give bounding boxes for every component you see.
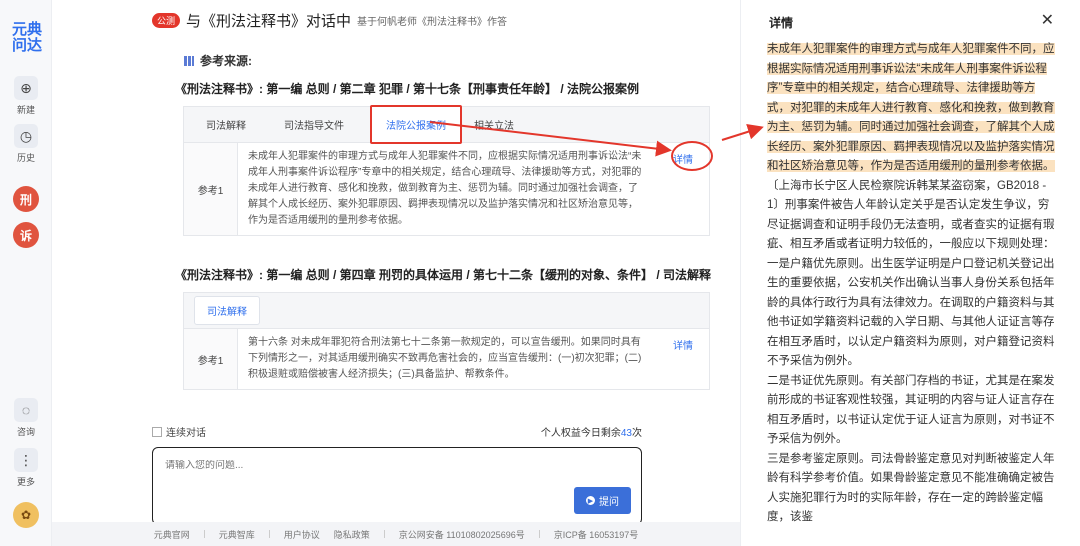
chat-input-area: 连续对话 个人权益今日剩余43次 ▶ 提问 xyxy=(152,424,642,525)
reference-card: 司法解释 司法指导文件 法院公报案例 相关立法 参考1 未成年人犯罪案件的审理方… xyxy=(183,105,710,236)
public-beta-tag: 公测 xyxy=(152,13,181,28)
references-heading: 参考来源: xyxy=(184,52,252,69)
quota-suffix: 次 xyxy=(632,428,642,439)
history-icon: ◷ xyxy=(14,124,38,148)
close-icon[interactable]: ✕ xyxy=(1041,10,1054,30)
divider xyxy=(538,530,540,538)
consult-button[interactable]: ◌ 咨询 xyxy=(9,398,43,438)
left-rail: 元典 问达 ⊕ 新建 ◷ 历史 刑 诉 ◌ 咨询 ⋮ 更多 ✿ xyxy=(0,0,52,546)
new-chat-button[interactable]: ⊕ 新建 xyxy=(9,76,43,116)
quota-prefix: 个人权益今日剩余 xyxy=(540,428,621,439)
footer-link[interactable]: 隐私政策 xyxy=(334,528,370,541)
tab-judicial-interpretation[interactable]: 司法解释 xyxy=(194,111,258,138)
detail-panel-title: 详情 xyxy=(769,16,794,30)
reference-row-label: 参考1 xyxy=(184,143,238,235)
divider xyxy=(203,530,205,538)
annotation-circle xyxy=(671,141,713,171)
breadcrumb: 《刑法注释书》: 第一编 总则 / 第二章 犯罪 / 第十七条【刑事责任年龄】 … xyxy=(175,82,640,96)
ask-button[interactable]: ▶ 提问 xyxy=(574,487,631,514)
reference-row-label: 参考1 xyxy=(184,329,238,389)
history-button[interactable]: ◷ 历史 xyxy=(9,124,43,164)
reference-tabs: 司法解释 司法指导文件 法院公报案例 相关立法 xyxy=(184,105,709,144)
footer: 元典官网 元典智库 用户协议 隐私政策 京公网安备 11010802025696… xyxy=(52,522,740,546)
consult-label: 咨询 xyxy=(16,427,35,437)
main-area: 公测 与《刑法注释书》对话中 基于何帆老师《刑法注释书》作答 参考来源: 《刑法… xyxy=(52,0,740,525)
history-label: 历史 xyxy=(16,153,35,163)
litigation-button[interactable]: 诉 xyxy=(9,222,43,248)
more-button[interactable]: ⋮ 更多 xyxy=(9,448,43,488)
more-label: 更多 xyxy=(16,477,35,487)
footer-link[interactable]: 用户协议 xyxy=(284,528,320,541)
consult-icon: ◌ xyxy=(14,398,38,422)
footer-icp[interactable]: 京ICP备 16053197号 xyxy=(554,528,639,541)
ask-label: 提问 xyxy=(599,497,619,508)
detail-paragraph: 二是书证优先原则。有关部门存档的书证，尤其是在案发前形成的书证客观性较强，其证明… xyxy=(767,374,1055,446)
reference-card: 司法解释 参考1 第十六条 对未成年罪犯符合刑法第七十二条第一款规定的，可以宣告… xyxy=(183,292,710,390)
chat-title: 与《刑法注释书》对话中 xyxy=(186,13,352,30)
continuous-chat-label: 连续对话 xyxy=(166,428,206,439)
question-input[interactable] xyxy=(165,460,585,471)
tab-judicial-interpretation[interactable]: 司法解释 xyxy=(194,296,260,325)
logo-line-1: 元典 xyxy=(11,21,42,38)
tab-related-legislation[interactable]: 相关立法 xyxy=(462,111,526,138)
quota-count: 43 xyxy=(620,428,632,439)
logo-line-2: 问达 xyxy=(11,37,42,54)
reference-row: 参考1 未成年人犯罪案件的审理方式与成年人犯罪案件不同，应根据实际情况适用刑事诉… xyxy=(184,143,709,235)
litigation-badge: 诉 xyxy=(13,222,39,248)
divider xyxy=(268,530,270,538)
footer-icp[interactable]: 京公网安备 11010802025696号 xyxy=(399,528,525,541)
detail-paragraph: 一是户籍优先原则。出生医学证明是户口登记机关登记出生的重要依据，公安机关作出确认… xyxy=(767,257,1055,368)
criminal-law-button[interactable]: 刑 xyxy=(9,186,43,212)
breadcrumb: 《刑法注释书》: 第一编 总则 / 第四章 刑罚的具体运用 / 第七十二条【缓刑… xyxy=(175,268,712,282)
footer-link[interactable]: 元典官网 xyxy=(154,528,190,541)
quota-status: 个人权益今日剩余43次 xyxy=(541,424,642,439)
tab-judicial-guidance[interactable]: 司法指导文件 xyxy=(272,111,356,138)
chat-header: 公测 与《刑法注释书》对话中 基于何帆老师《刑法注释书》作答 xyxy=(152,10,507,31)
divider xyxy=(383,530,385,538)
reference-row-text: 第十六条 对未成年罪犯符合刑法第七十二条第一款规定的，可以宣告缓刑。如果同时具有… xyxy=(248,337,642,380)
detail-paragraph: 〔上海市长宁区人民检察院诉韩某某盗窃案，GB2018 - 1〕刑事案件被告人年龄… xyxy=(767,179,1055,251)
app-logo[interactable]: 元典 问达 xyxy=(10,22,44,54)
mascot-button[interactable]: ✿ xyxy=(9,502,43,528)
book-icon xyxy=(184,55,194,66)
details-link[interactable]: 详情 xyxy=(657,329,709,389)
reference-tabs: 司法解释 xyxy=(184,293,709,329)
reference-row: 参考1 第十六条 对未成年罪犯符合刑法第七十二条第一款规定的，可以宣告缓刑。如果… xyxy=(184,329,709,389)
question-box: ▶ 提问 xyxy=(152,447,642,525)
reference-row-text: 未成年人犯罪案件的审理方式与成年人犯罪案件不同，应根据实际情况适用刑事诉讼法“未… xyxy=(248,151,642,226)
highlighted-passage: 未成年人犯罪案件的审理方式与成年人犯罪案件不同，应根据实际情况适用刑事诉讼法“未… xyxy=(767,43,1055,172)
continuous-chat-checkbox[interactable] xyxy=(152,426,162,437)
detail-paragraph: 三是参考鉴定原则。司法骨龄鉴定意见对判断被鉴定人年龄有科学参考价值。如果骨龄鉴定… xyxy=(767,452,1055,524)
references-label: 参考来源: xyxy=(200,54,252,68)
detail-panel: 详情 ✕ 未成年人犯罪案件的审理方式与成年人犯罪案件不同，应根据实际情况适用刑事… xyxy=(740,0,1080,546)
tab-court-gazette-cases[interactable]: 法院公报案例 xyxy=(370,105,462,144)
new-chat-icon: ⊕ xyxy=(14,76,38,100)
more-icon: ⋮ xyxy=(14,448,38,472)
footer-link[interactable]: 元典智库 xyxy=(219,528,255,541)
send-icon: ▶ xyxy=(586,496,595,505)
criminal-law-badge: 刑 xyxy=(13,186,39,212)
chat-subtitle: 基于何帆老师《刑法注释书》作答 xyxy=(357,17,508,28)
mascot-icon: ✿ xyxy=(13,502,39,528)
detail-panel-body: 未成年人犯罪案件的审理方式与成年人犯罪案件不同，应根据实际情况适用刑事诉讼法“未… xyxy=(767,40,1057,528)
new-chat-label: 新建 xyxy=(16,105,35,115)
